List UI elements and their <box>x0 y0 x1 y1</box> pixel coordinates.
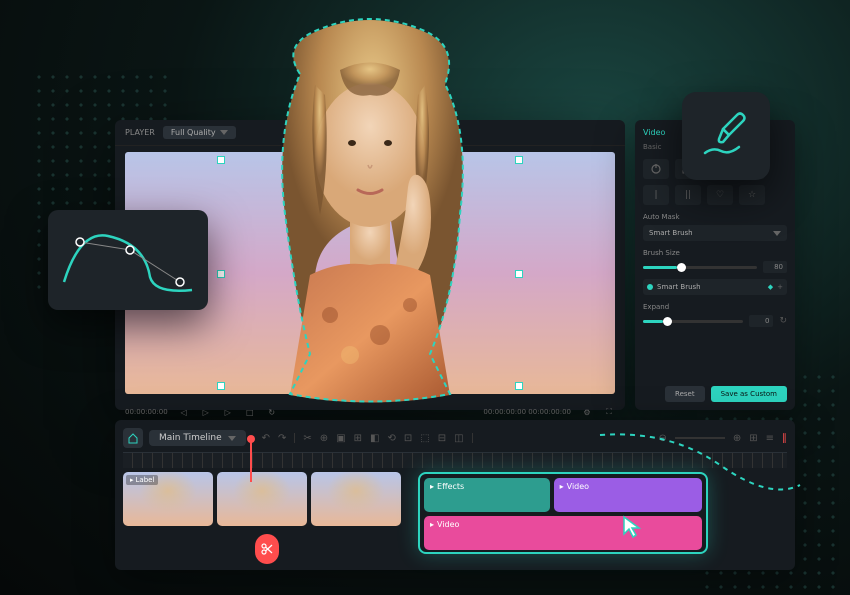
save-custom-button[interactable]: Save as Custom <box>711 386 787 402</box>
tool-button[interactable]: ⟲ <box>387 433 395 444</box>
power-button[interactable] <box>643 159 669 179</box>
tool-button[interactable]: ◫ <box>454 433 463 444</box>
auto-mask-dropdown[interactable]: Smart Brush <box>643 225 787 241</box>
video-clip[interactable] <box>217 472 307 526</box>
undo-button[interactable]: ↶ <box>262 433 270 444</box>
tool-button[interactable]: ⊟ <box>438 433 446 444</box>
brush-size-label: Brush Size <box>643 249 787 257</box>
fullscreen-button[interactable]: ⛶ <box>603 406 615 418</box>
home-button[interactable] <box>123 428 143 448</box>
brush-size-value: 80 <box>763 261 787 273</box>
effects-clip[interactable]: ▸Effects <box>424 478 550 512</box>
settings-button[interactable]: ⚙ <box>581 406 593 418</box>
curve-editor-card[interactable] <box>48 210 208 310</box>
expand-label: Expand <box>643 303 787 311</box>
brush-tool-card[interactable] <box>682 92 770 180</box>
bezier-curve-icon <box>60 222 196 298</box>
tool-button[interactable]: ⬚ <box>420 433 429 444</box>
tool-button[interactable]: ✂ <box>303 433 311 444</box>
chevron-down-icon <box>228 436 236 441</box>
shape-line-button[interactable]: | <box>643 185 669 205</box>
cut-marker[interactable] <box>255 534 279 564</box>
brush-size-slider[interactable] <box>643 266 757 269</box>
smart-brush-toggle[interactable]: Smart Brush ◆ + <box>643 279 787 295</box>
cursor-icon <box>620 514 646 540</box>
expand-slider[interactable] <box>643 320 743 323</box>
shape-star-button[interactable]: ☆ <box>739 185 765 205</box>
redo-button[interactable]: ↷ <box>278 433 286 444</box>
timecode-left: 00:00:00:00 <box>125 408 168 416</box>
video-clip[interactable]: ▸Label <box>123 472 213 526</box>
video-clip[interactable] <box>311 472 401 526</box>
timeline-title-dropdown[interactable]: Main Timeline <box>149 430 246 446</box>
reset-button[interactable]: Reset <box>665 386 705 402</box>
subject-image <box>220 15 520 415</box>
auto-mask-label: Auto Mask <box>643 213 787 221</box>
tool-button[interactable]: ◧ <box>370 433 379 444</box>
play-icon: ▸ <box>430 482 434 491</box>
shape-lines-button[interactable]: || <box>675 185 701 205</box>
play-button[interactable]: ▷ <box>200 406 212 418</box>
tool-button[interactable]: ⊞ <box>354 433 362 444</box>
playhead[interactable] <box>250 440 252 482</box>
tool-button[interactable]: ⊕ <box>320 433 328 444</box>
status-dot-icon <box>647 284 653 290</box>
play-icon: ▸ <box>560 482 564 491</box>
tool-button[interactable]: ⊡ <box>404 433 412 444</box>
play-icon: ▸ <box>430 520 434 529</box>
scissors-icon <box>260 542 274 556</box>
brush-icon <box>699 109 753 163</box>
expand-value: 0 <box>749 315 773 327</box>
play-icon: ▸ <box>130 476 134 484</box>
prev-frame-button[interactable]: ◁ <box>178 406 190 418</box>
player-label: PLAYER <box>125 128 155 137</box>
chevron-down-icon <box>773 231 781 236</box>
tab-video[interactable]: Video <box>643 128 665 137</box>
shape-heart-button[interactable]: ♡ <box>707 185 733 205</box>
tool-button[interactable]: ▣ <box>336 433 345 444</box>
